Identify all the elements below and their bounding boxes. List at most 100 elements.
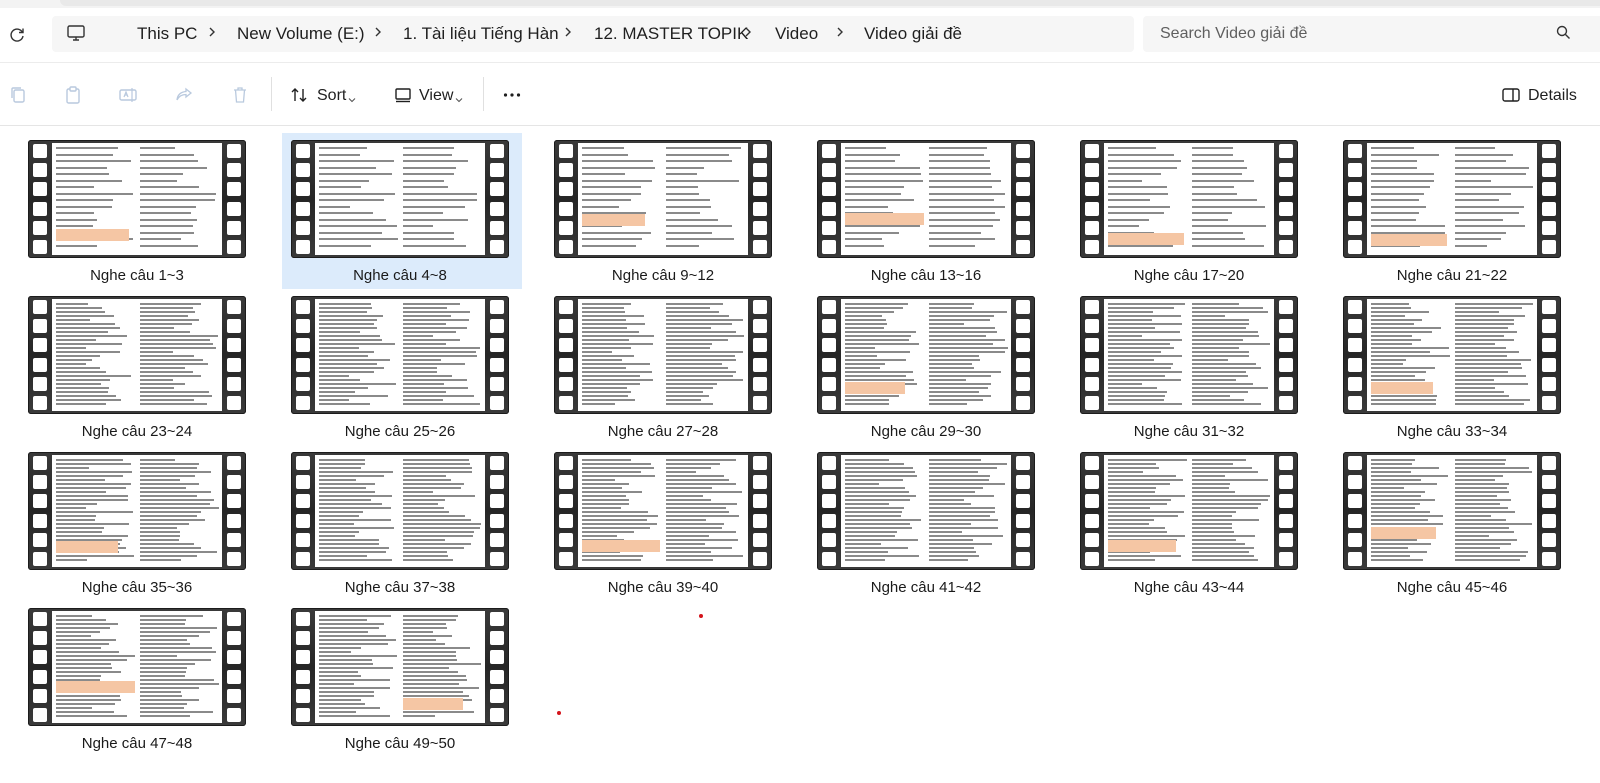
- file-name-label[interactable]: Nghe câu 37~38: [270, 579, 530, 596]
- video-thumbnail[interactable]: [28, 140, 246, 258]
- video-thumbnail[interactable]: [1343, 452, 1561, 570]
- tab-edge: [60, 0, 1600, 6]
- file-name-label[interactable]: Nghe câu 41~42: [796, 579, 1056, 596]
- document-preview: [315, 299, 485, 411]
- document-preview: [1367, 455, 1537, 567]
- video-thumbnail[interactable]: [291, 608, 509, 726]
- file-name-label[interactable]: Nghe câu 35~36: [7, 579, 267, 596]
- copy-icon[interactable]: [8, 85, 28, 105]
- video-thumbnail[interactable]: [291, 140, 509, 258]
- highlight-box: [1371, 234, 1447, 246]
- file-name-label[interactable]: Nghe câu 13~16: [796, 267, 1056, 284]
- chevron-right-icon[interactable]: [833, 22, 847, 42]
- breadcrumb-video-giai-de[interactable]: Video giải đề: [864, 24, 962, 44]
- chevron-down-icon[interactable]: [348, 91, 356, 103]
- view-icon[interactable]: [393, 85, 413, 105]
- file-name-label[interactable]: Nghe câu 1~3: [7, 267, 267, 284]
- view-button[interactable]: View: [419, 87, 453, 105]
- video-thumbnail[interactable]: [817, 140, 1035, 258]
- chevron-right-icon[interactable]: [561, 22, 575, 42]
- paste-icon[interactable]: [63, 85, 83, 105]
- video-thumbnail[interactable]: [1080, 140, 1298, 258]
- film-sprocket-holes: [1279, 144, 1293, 254]
- breadcrumb-new-volume[interactable]: New Volume (E:): [237, 24, 365, 44]
- document-preview: [1104, 299, 1274, 411]
- file-name-label[interactable]: Nghe câu 47~48: [7, 735, 267, 752]
- video-thumbnail[interactable]: [28, 608, 246, 726]
- highlight-box: [845, 213, 924, 225]
- file-name-label[interactable]: Nghe câu 49~50: [270, 735, 530, 752]
- file-name-label[interactable]: Nghe câu 29~30: [796, 423, 1056, 440]
- file-name-label[interactable]: Nghe câu 9~12: [533, 267, 793, 284]
- video-thumbnail[interactable]: [28, 452, 246, 570]
- filmstrip-frame: [291, 452, 509, 570]
- file-name-label[interactable]: Nghe câu 17~20: [1059, 267, 1319, 284]
- film-sprocket-holes: [822, 144, 836, 254]
- film-sprocket-holes: [559, 456, 573, 566]
- video-thumbnail[interactable]: [291, 452, 509, 570]
- file-name-label[interactable]: Nghe câu 45~46: [1322, 579, 1582, 596]
- sort-icon[interactable]: [289, 85, 309, 105]
- chevron-right-icon[interactable]: [371, 22, 385, 42]
- video-thumbnail[interactable]: [1080, 452, 1298, 570]
- video-thumbnail[interactable]: [1343, 296, 1561, 414]
- filmstrip-frame: [291, 608, 509, 726]
- chevron-down-icon[interactable]: [455, 91, 463, 103]
- video-thumbnail[interactable]: [817, 296, 1035, 414]
- file-name-label[interactable]: Nghe câu 25~26: [270, 423, 530, 440]
- filmstrip-frame: [1343, 452, 1561, 570]
- film-sprocket-holes: [1016, 144, 1030, 254]
- highlight-box: [1108, 540, 1176, 552]
- breadcrumb-master-topik[interactable]: 12. MASTER TOPIK: [594, 24, 748, 44]
- more-icon[interactable]: [502, 85, 522, 105]
- film-sprocket-holes: [227, 612, 241, 722]
- share-icon[interactable]: [174, 85, 194, 105]
- video-thumbnail[interactable]: [554, 296, 772, 414]
- film-sprocket-holes: [490, 612, 504, 722]
- file-name-label[interactable]: Nghe câu 27~28: [533, 423, 793, 440]
- filmstrip-frame: [28, 140, 246, 258]
- breadcrumb-video[interactable]: Video: [775, 24, 818, 44]
- video-thumbnail[interactable]: [554, 140, 772, 258]
- this-pc-icon[interactable]: [66, 23, 86, 43]
- breadcrumb-this-pc[interactable]: This PC: [137, 24, 197, 44]
- video-thumbnail[interactable]: [28, 296, 246, 414]
- details-pane-icon[interactable]: [1501, 85, 1521, 105]
- video-thumbnail[interactable]: [554, 452, 772, 570]
- video-thumbnail[interactable]: [817, 452, 1035, 570]
- file-name-label[interactable]: Nghe câu 33~34: [1322, 423, 1582, 440]
- search-icon[interactable]: [1556, 25, 1570, 39]
- video-thumbnail[interactable]: [1080, 296, 1298, 414]
- video-thumbnail[interactable]: [291, 296, 509, 414]
- file-name-label[interactable]: Nghe câu 4~8: [270, 267, 530, 284]
- file-name-label[interactable]: Nghe câu 31~32: [1059, 423, 1319, 440]
- film-sprocket-holes: [1085, 300, 1099, 410]
- delete-icon[interactable]: [230, 85, 250, 105]
- refresh-icon[interactable]: [6, 24, 28, 46]
- file-name-label[interactable]: Nghe câu 21~22: [1322, 267, 1582, 284]
- highlight-box: [845, 382, 905, 394]
- document-preview: [578, 299, 748, 411]
- filmstrip-frame: [1080, 452, 1298, 570]
- video-thumbnail[interactable]: [1343, 140, 1561, 258]
- document-preview: [578, 143, 748, 255]
- file-name-label[interactable]: Nghe câu 43~44: [1059, 579, 1319, 596]
- film-sprocket-holes: [1085, 456, 1099, 566]
- highlight-box: [56, 681, 135, 693]
- file-name-label[interactable]: Nghe câu 39~40: [533, 579, 793, 596]
- highlight-box: [582, 540, 660, 552]
- filmstrip-frame: [817, 452, 1035, 570]
- film-sprocket-holes: [33, 612, 47, 722]
- highlight-box: [1108, 233, 1184, 245]
- chevron-right-icon[interactable]: [205, 22, 219, 42]
- breadcrumb-tai-lieu[interactable]: 1. Tài liệu Tiếng Hàn: [403, 24, 559, 44]
- details-button[interactable]: Details: [1528, 87, 1577, 105]
- rename-icon[interactable]: [118, 85, 138, 105]
- film-sprocket-holes: [33, 144, 47, 254]
- filmstrip-frame: [291, 296, 509, 414]
- film-sprocket-holes: [227, 456, 241, 566]
- filmstrip-frame: [554, 140, 772, 258]
- sort-button[interactable]: Sort: [317, 87, 346, 105]
- file-name-label[interactable]: Nghe câu 23~24: [7, 423, 267, 440]
- film-sprocket-holes: [1085, 144, 1099, 254]
